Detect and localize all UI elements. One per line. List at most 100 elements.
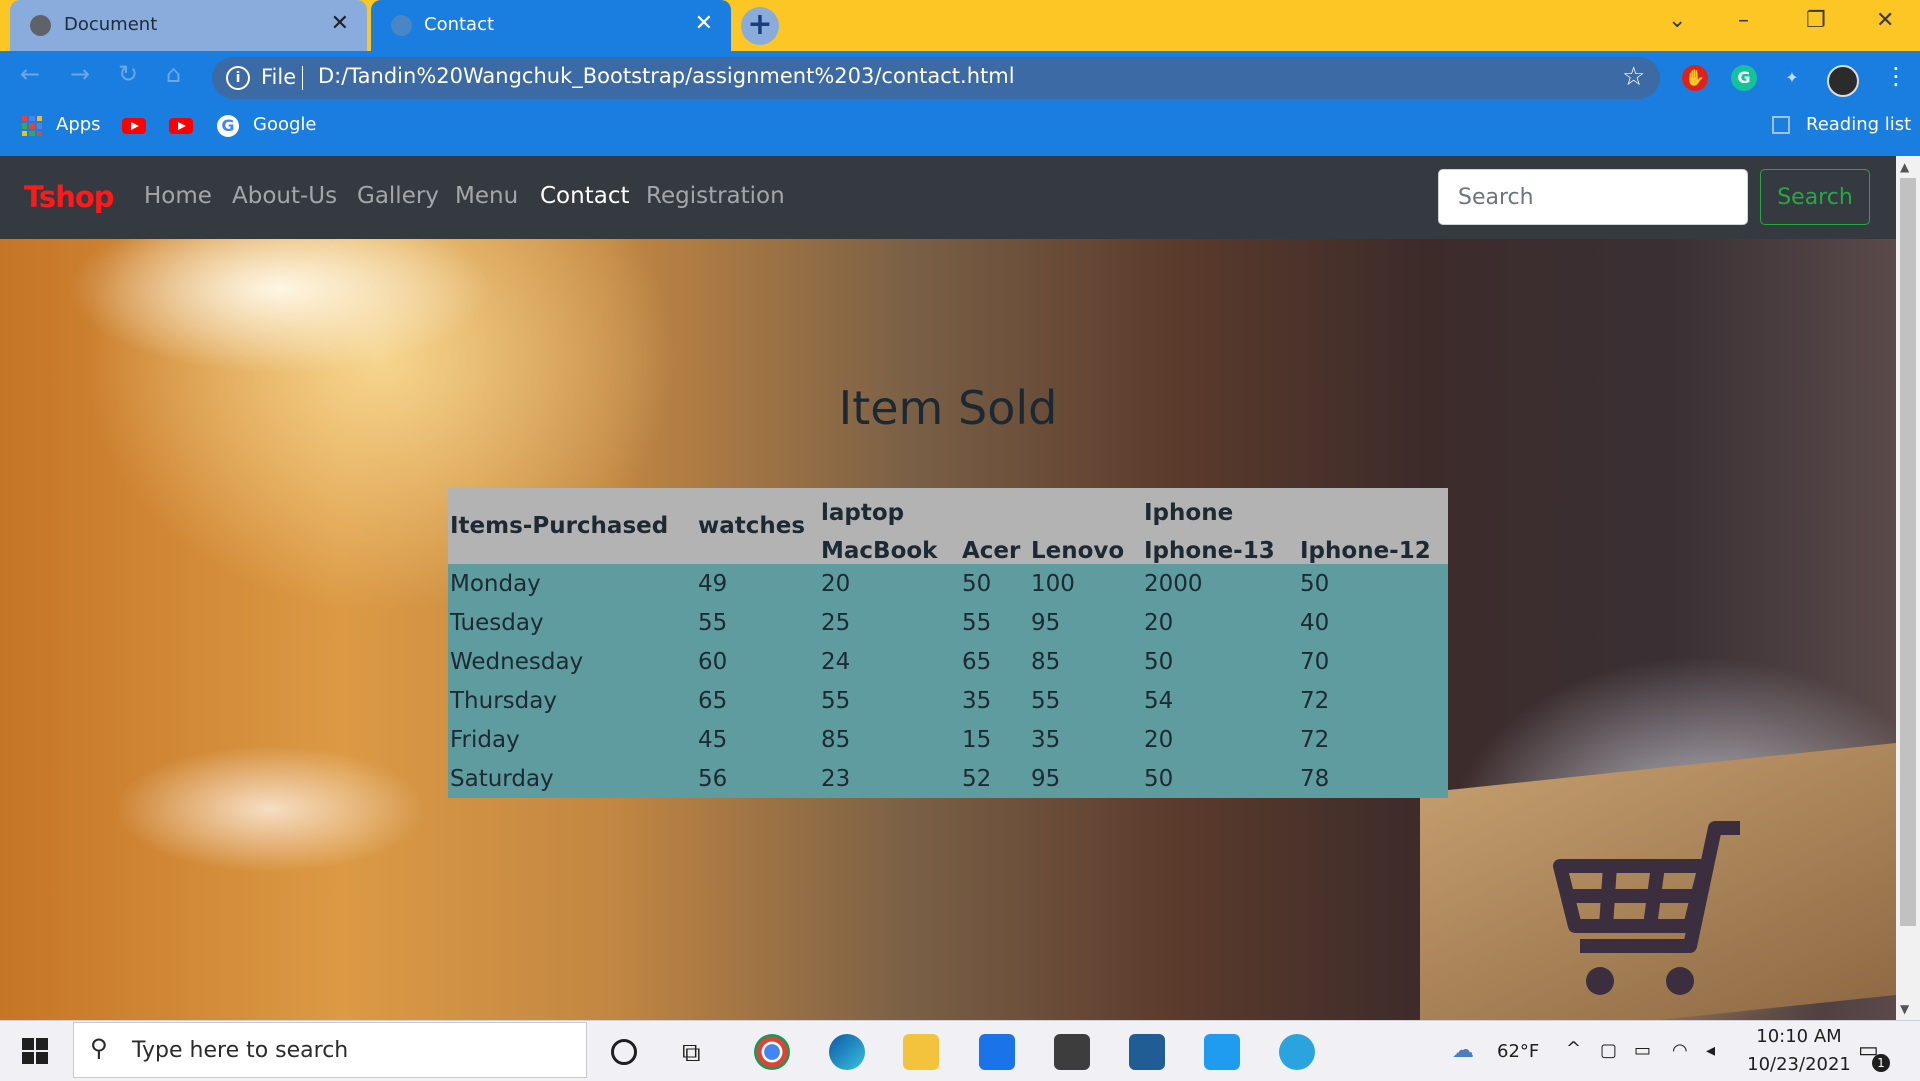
table-cell: 20	[821, 570, 851, 597]
table-cell: 95	[1031, 765, 1061, 792]
forward-icon[interactable]: →	[70, 60, 90, 88]
table-cell: 49	[698, 570, 728, 597]
table-cell: 45	[698, 726, 728, 753]
tab-search-icon[interactable]: ⌄	[1668, 8, 1686, 33]
home-icon[interactable]: ⌂	[166, 60, 181, 88]
reading-list-button[interactable]: Reading list	[1806, 114, 1911, 135]
clock-date[interactable]: 10/23/2021	[1741, 1054, 1857, 1075]
table-cell: Tuesday	[450, 609, 544, 636]
shopping-cart-icon	[1553, 821, 1740, 995]
youtube-icon[interactable]	[169, 118, 193, 134]
mail-icon[interactable]	[979, 1034, 1015, 1070]
table-cell: 20	[1144, 726, 1174, 753]
table-cell: 85	[821, 726, 851, 753]
info-icon[interactable]: i	[226, 66, 250, 90]
table-body: Monday 49 20 50 100 2000 50 Tuesday 55 25 55 95 20 4…	[448, 564, 1448, 798]
bookmark-google[interactable]: Google	[253, 114, 316, 135]
extensions-puzzle-icon[interactable]: ✦	[1779, 65, 1805, 91]
header-iphone-12: Iphone-12	[1300, 538, 1431, 564]
table-cell: 24	[821, 648, 851, 675]
chrome-taskbar-icon[interactable]	[754, 1034, 790, 1070]
sublime-text-icon[interactable]	[1054, 1034, 1090, 1070]
back-icon[interactable]: ←	[20, 60, 40, 88]
nav-link-home[interactable]: Home	[144, 183, 212, 209]
chevron-up-icon[interactable]: ^	[1566, 1038, 1581, 1059]
profile-avatar[interactable]	[1827, 65, 1859, 97]
nav-link-registration[interactable]: Registration	[646, 183, 785, 209]
search-input[interactable]	[1438, 169, 1748, 225]
table-cell: 15	[962, 726, 992, 753]
divider	[302, 66, 303, 90]
table-cell: 50	[1300, 570, 1330, 597]
scrollbar-thumb[interactable]	[1900, 178, 1916, 926]
nav-link-contact[interactable]: Contact	[540, 183, 629, 209]
table-cell: 20	[1144, 609, 1174, 636]
items-sold-table: Items-Purchased watches laptop Iphone Ma…	[448, 488, 1448, 798]
wifi-icon[interactable]: ◠	[1672, 1040, 1688, 1061]
brand-logo[interactable]: Tshop	[24, 180, 115, 214]
close-tab-icon[interactable]: ✕	[331, 11, 349, 36]
table-cell: 78	[1300, 765, 1330, 792]
cortana-icon[interactable]	[611, 1039, 637, 1065]
scroll-up-icon[interactable]: ▲	[1900, 160, 1909, 174]
adblock-extension-icon[interactable]: ✋	[1682, 65, 1708, 91]
google-icon[interactable]: G	[217, 115, 239, 137]
youtube-icon[interactable]	[122, 118, 146, 134]
windows-start-icon[interactable]	[22, 1038, 48, 1064]
bookmark-star-icon[interactable]: ☆	[1622, 62, 1645, 92]
table-cell: 85	[1031, 648, 1061, 675]
table-header: Items-Purchased watches laptop Iphone Ma…	[448, 488, 1448, 564]
edge-taskbar-icon[interactable]	[829, 1034, 865, 1070]
table-cell: 72	[1300, 726, 1330, 753]
table-row: Tuesday 55 25 55 95 20 40	[448, 603, 1448, 642]
task-view-icon[interactable]: ⧉	[682, 1038, 701, 1069]
restore-button[interactable]: ❐	[1806, 8, 1826, 33]
url-text[interactable]: D:/Tandin%20Wangchuk_Bootstrap/assignmen…	[318, 64, 1015, 88]
header-laptop: laptop	[821, 500, 905, 526]
table-cell: Friday	[450, 726, 520, 753]
apps-grid-icon	[22, 116, 42, 136]
file-explorer-icon[interactable]	[903, 1034, 939, 1070]
minimize-button[interactable]: –	[1738, 8, 1749, 33]
tab-document[interactable]: Document ✕	[10, 0, 367, 51]
table-cell: 50	[962, 570, 992, 597]
reload-icon[interactable]: ↻	[118, 60, 138, 88]
nav-link-menu[interactable]: Menu	[455, 183, 518, 209]
table-cell: 40	[1300, 609, 1330, 636]
clock-time[interactable]: 10:10 AM	[1749, 1026, 1849, 1047]
table-cell: 65	[698, 687, 728, 714]
close-window-button[interactable]: ✕	[1876, 8, 1894, 33]
weather-temp[interactable]: 62°F	[1497, 1041, 1539, 1062]
new-tab-button[interactable]: +	[741, 7, 779, 45]
table-cell: 55	[962, 609, 992, 636]
telegram-icon[interactable]	[1279, 1034, 1315, 1070]
volume-icon[interactable]: ◂	[1706, 1040, 1715, 1061]
header-items-purchased: Items-Purchased	[450, 513, 669, 539]
nav-link-gallery[interactable]: Gallery	[357, 183, 439, 209]
app-icon[interactable]	[1129, 1034, 1165, 1070]
meet-now-icon[interactable]: ▢	[1600, 1040, 1617, 1061]
scroll-down-icon[interactable]: ▼	[1900, 1002, 1909, 1016]
globe-icon	[30, 15, 51, 36]
bookmark-apps[interactable]: Apps	[56, 114, 101, 135]
table-cell: 55	[1031, 687, 1061, 714]
menu-dots-icon[interactable]: ⋮	[1884, 62, 1908, 90]
tab-contact[interactable]: Contact ✕	[371, 0, 731, 51]
table-cell: 95	[1031, 609, 1061, 636]
header-lenovo: Lenovo	[1031, 538, 1125, 564]
grammarly-extension-icon[interactable]: G	[1731, 65, 1757, 91]
nav-link-about-us[interactable]: About-Us	[232, 183, 337, 209]
close-tab-icon[interactable]: ✕	[695, 11, 713, 36]
table-cell: 56	[698, 765, 728, 792]
table-cell: 65	[962, 648, 992, 675]
table-cell: 60	[698, 648, 728, 675]
tab-title: Contact	[424, 14, 495, 35]
search-button[interactable]: Search	[1760, 169, 1870, 225]
vscode-icon[interactable]	[1204, 1034, 1240, 1070]
header-watches: watches	[698, 513, 806, 539]
header-acer: Acer	[962, 538, 1021, 564]
table-cell: 35	[962, 687, 992, 714]
reading-list-icon	[1772, 116, 1790, 134]
taskbar-search-placeholder[interactable]: Type here to search	[132, 1038, 348, 1063]
battery-icon[interactable]: ▭	[1634, 1040, 1651, 1061]
